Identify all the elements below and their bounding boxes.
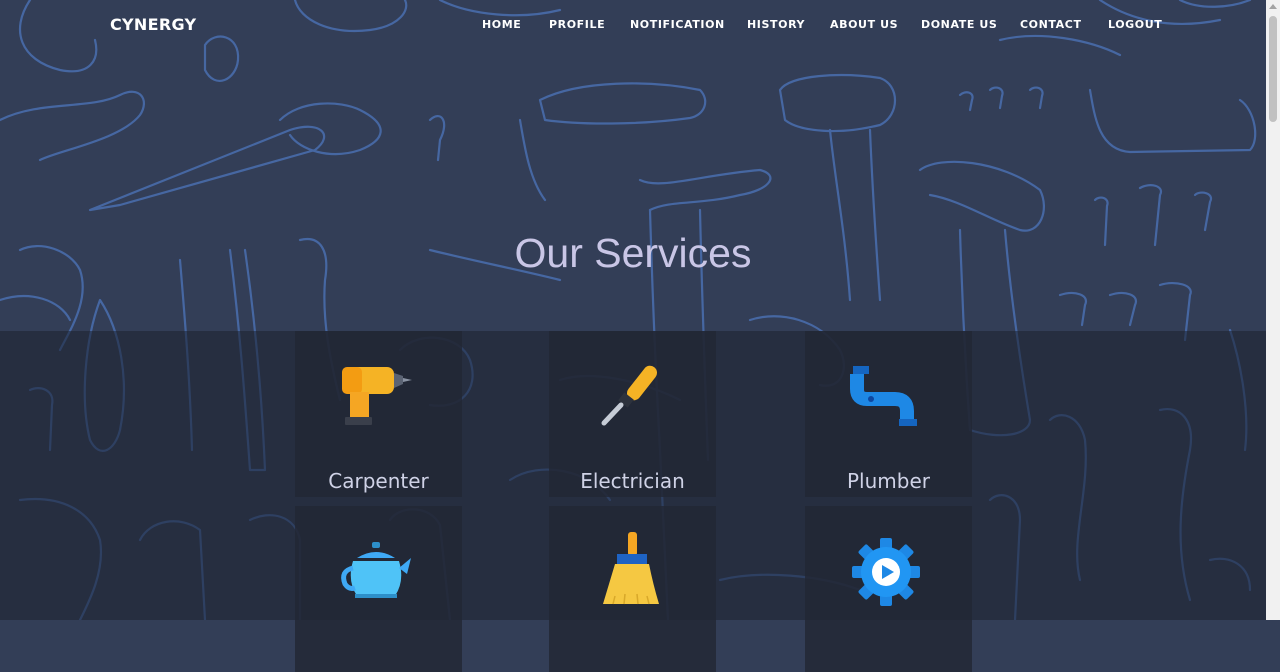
screwdriver-icon	[601, 365, 658, 426]
service-card-4[interactable]	[295, 506, 462, 672]
gear-icon	[852, 538, 920, 606]
top-navbar: CYNERGY HOME PROFILE NOTIFICATION HISTOR…	[0, 0, 1266, 50]
nav-profile[interactable]: PROFILE	[549, 18, 605, 31]
nav-about-us[interactable]: ABOUT US	[830, 18, 898, 31]
service-label: Plumber	[847, 469, 930, 493]
service-card-plumber[interactable]: Plumber	[805, 331, 972, 497]
page-scrollbar[interactable]	[1266, 0, 1280, 620]
brand-logo[interactable]: CYNERGY	[110, 15, 196, 34]
service-card-6[interactable]	[805, 506, 972, 672]
service-label: Carpenter	[328, 469, 429, 493]
nav-logout[interactable]: LOGOUT	[1108, 18, 1162, 31]
scroll-up-arrow-icon[interactable]	[1269, 4, 1277, 9]
service-label: Electrician	[580, 469, 685, 493]
pipe-icon	[850, 366, 917, 426]
drill-icon	[342, 367, 412, 425]
service-card-electrician[interactable]: Electrician	[549, 331, 716, 497]
nav-home[interactable]: HOME	[482, 18, 521, 31]
page-title: Our Services	[514, 230, 752, 276]
nav-donate-us[interactable]: DONATE US	[921, 18, 997, 31]
nav-contact[interactable]: CONTACT	[1020, 18, 1082, 31]
kettle-icon	[341, 542, 411, 598]
nav-notification[interactable]: NOTIFICATION	[630, 18, 725, 31]
nav-history[interactable]: HISTORY	[747, 18, 805, 31]
service-card-5[interactable]	[549, 506, 716, 672]
service-card-carpenter[interactable]: Carpenter	[295, 331, 462, 497]
paint-brush-icon	[603, 532, 659, 605]
scrollbar-thumb[interactable]	[1269, 16, 1277, 122]
